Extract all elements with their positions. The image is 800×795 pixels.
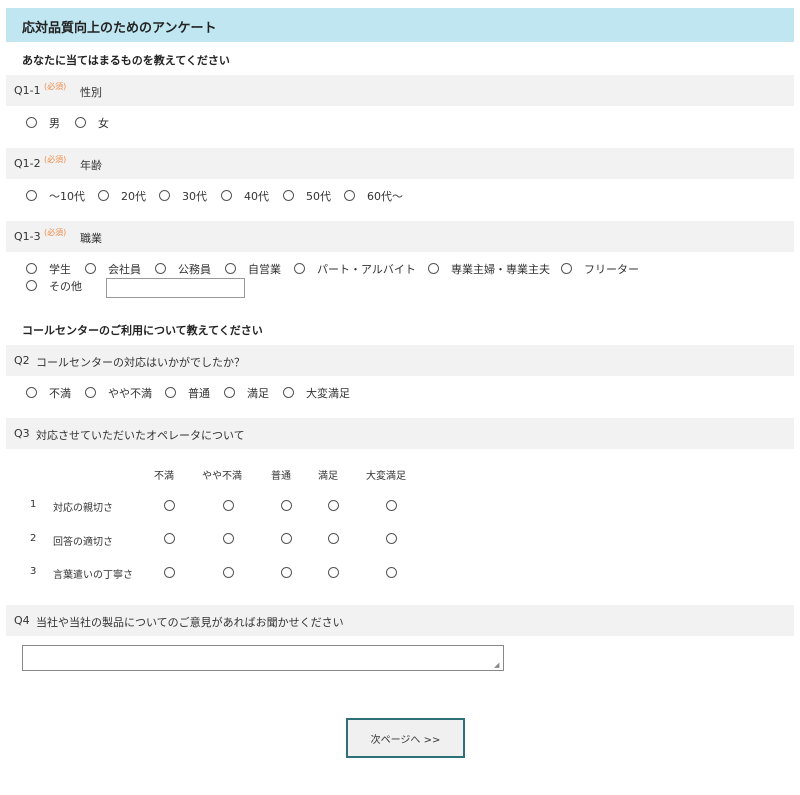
radio-button[interactable] [344,190,355,201]
matrix-row-number: 1 [30,499,37,510]
matrix-row-number: 2 [30,533,37,544]
required-badge: (必須) [44,82,67,91]
matrix-radio-r3-neutral[interactable] [281,567,292,578]
radio-option-q2-satisfied[interactable]: 満足 [224,387,269,401]
radio-option-self-employed[interactable]: 自営業 [225,263,281,277]
question-id: Q1-1 [14,84,41,97]
question-bar-q1-3: Q1-3 (必須) 職業 [6,221,794,252]
radio-option-age-30s[interactable]: 30代 [159,190,207,204]
radio-button[interactable] [85,263,96,274]
radio-option-q2-very-satisfied[interactable]: 大変満足 [283,387,350,401]
radio-button[interactable] [26,263,37,274]
radio-option-female[interactable]: 女 [75,117,109,131]
survey-header: 応対品質向上のためのアンケート [6,8,794,42]
radio-button[interactable] [294,263,305,274]
question-id: Q3 [14,427,30,440]
matrix-radio-r2-neutral[interactable] [281,533,292,544]
radio-option-q2-somewhat-dissatisfied[interactable]: やや不満 [85,387,152,401]
radio-button[interactable] [225,263,236,274]
radio-option-other[interactable]: その他 [26,280,82,294]
radio-option-civil-servant[interactable]: 公務員 [155,263,211,277]
question-bar-q4: Q4 当社や当社の製品についてのご意見があればお聞かせください [6,605,794,636]
matrix-row-label: 回答の適切さ [53,537,113,548]
question-id: Q2 [14,354,30,367]
radio-button[interactable] [221,190,232,201]
question-id: Q1-2 [14,157,41,170]
matrix-radio-r2-satisfied[interactable] [328,533,339,544]
radio-button[interactable] [75,117,86,128]
page-title: 応対品質向上のためのアンケート [22,21,217,36]
matrix-row-label: 言葉遣いの丁寧さ [53,570,133,581]
radio-option-q2-neutral[interactable]: 普通 [165,387,210,401]
question-id: Q1-3 [14,230,41,243]
radio-option-age-10s[interactable]: ～10代 [26,190,85,204]
matrix-radio-r2-very-satisfied[interactable] [386,533,397,544]
comment-textarea[interactable] [22,645,504,671]
radio-button[interactable] [85,387,96,398]
radio-button[interactable] [561,263,572,274]
question-bar-q2: Q2 コールセンターの対応はいかがでしたか？ [6,345,794,376]
radio-button[interactable] [159,190,170,201]
matrix-column-header: 大変満足 [366,471,406,482]
radio-option-student[interactable]: 学生 [26,263,71,277]
radio-button[interactable] [283,190,294,201]
other-occupation-input[interactable] [106,278,245,298]
radio-button[interactable] [26,190,37,201]
radio-option-company-employee[interactable]: 会社員 [85,263,141,277]
radio-option-part-time[interactable]: パート・アルバイト [294,263,416,277]
question-label: 対応させていただいたオペレータについて [36,429,245,442]
matrix-radio-r1-very-satisfied[interactable] [386,500,397,511]
matrix-radio-r3-dissatisfied[interactable] [164,567,175,578]
radio-option-age-60s[interactable]: 60代～ [344,190,403,204]
matrix-radio-r3-very-satisfied[interactable] [386,567,397,578]
matrix-radio-r3-satisfied[interactable] [328,567,339,578]
matrix-radio-r2-somewhat-dissatisfied[interactable] [223,533,234,544]
required-badge: (必須) [44,228,67,237]
matrix-radio-r2-dissatisfied[interactable] [164,533,175,544]
section-title-callcenter: コールセンターのご利用について教えてください [22,324,263,337]
question-label: コールセンターの対応はいかがでしたか？ [36,356,245,369]
radio-button[interactable] [26,117,37,128]
radio-button[interactable] [26,280,37,291]
matrix-radio-r1-satisfied[interactable] [328,500,339,511]
section-title-profile: あなたに当てはまるものを教えてください [22,54,230,67]
radio-option-age-20s[interactable]: 20代 [98,190,146,204]
radio-button[interactable] [26,387,37,398]
radio-button[interactable] [155,263,166,274]
matrix-radio-r3-somewhat-dissatisfied[interactable] [223,567,234,578]
radio-option-freeter[interactable]: フリーター [561,263,639,277]
question-bar-q1-1: Q1-1 (必須) 性別 [6,75,794,106]
matrix-radio-r1-dissatisfied[interactable] [164,500,175,511]
radio-option-male[interactable]: 男 [26,117,60,131]
matrix-row-number: 3 [30,566,37,577]
radio-option-q2-dissatisfied[interactable]: 不満 [26,387,71,401]
radio-button[interactable] [283,387,294,398]
radio-option-homemaker[interactable]: 専業主婦・専業主夫 [428,263,550,277]
question-bar-q3: Q3 対応させていただいたオペレータについて [6,418,794,449]
matrix-radio-r1-neutral[interactable] [281,500,292,511]
radio-button[interactable] [165,387,176,398]
radio-option-age-50s[interactable]: 50代 [283,190,331,204]
radio-button[interactable] [224,387,235,398]
radio-button[interactable] [98,190,109,201]
question-bar-q1-2: Q1-2 (必須) 年齢 [6,148,794,179]
radio-option-age-40s[interactable]: 40代 [221,190,269,204]
radio-button[interactable] [428,263,439,274]
question-label: 年齢 [80,159,102,172]
required-badge: (必須) [44,155,67,164]
next-page-button[interactable]: 次ページへ >> [346,718,465,758]
question-label: 職業 [80,232,102,245]
question-label: 性別 [80,86,102,99]
matrix-row-label: 対応の親切さ [53,503,113,514]
question-label: 当社や当社の製品についてのご意見があればお聞かせください [36,616,344,629]
matrix-radio-r1-somewhat-dissatisfied[interactable] [223,500,234,511]
question-id: Q4 [14,614,30,627]
